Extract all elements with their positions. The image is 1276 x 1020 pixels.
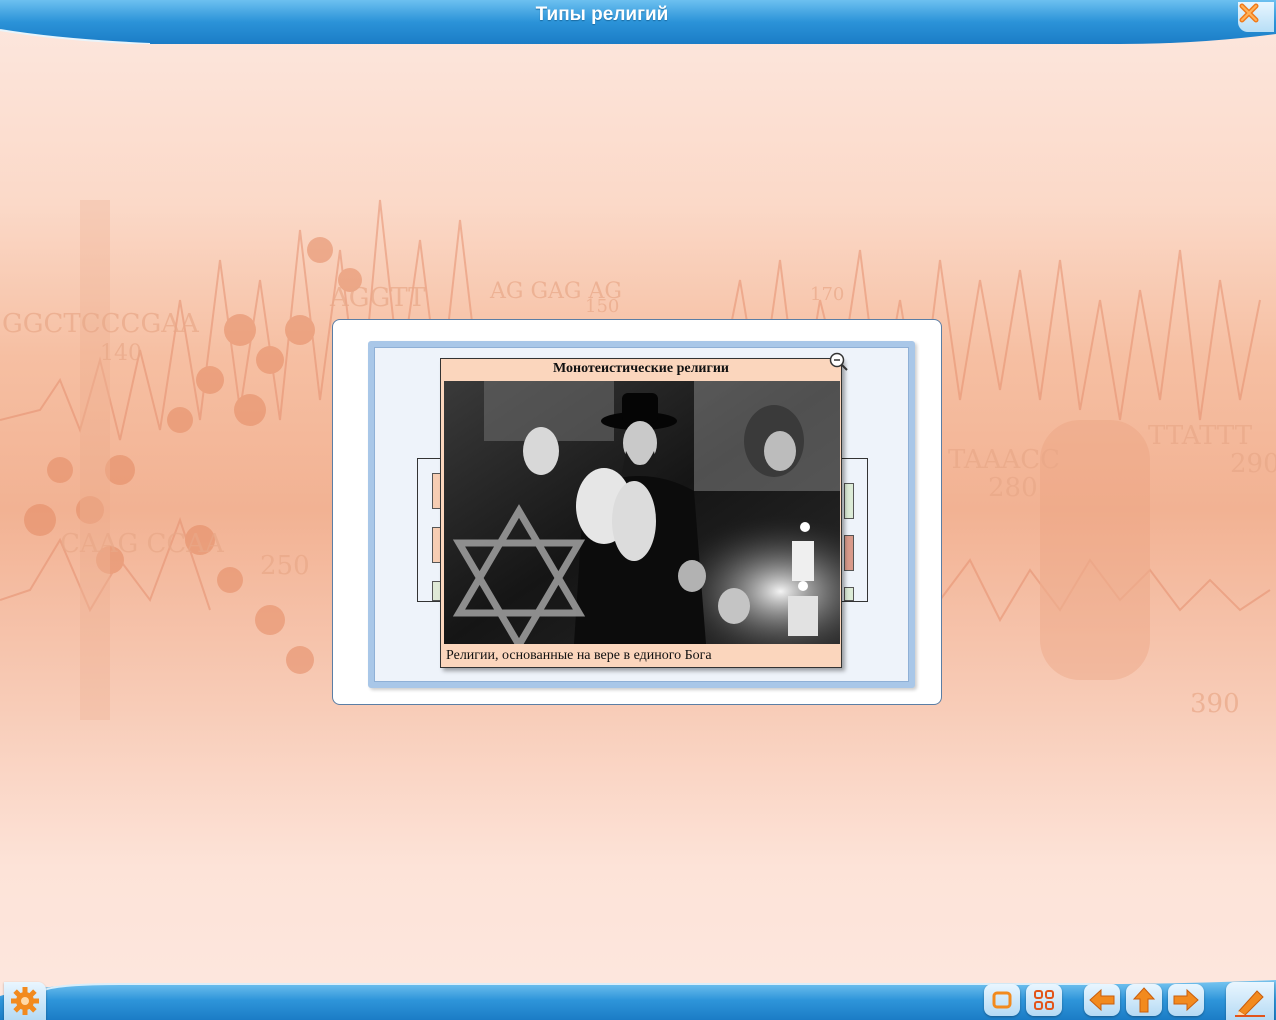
arrow-right-icon xyxy=(1173,988,1199,1012)
svg-text:150: 150 xyxy=(585,296,619,317)
pencil-icon xyxy=(1235,990,1265,1017)
svg-text:AGGTT: AGGTT xyxy=(329,283,426,313)
svg-text:TTATTT: TTATTT xyxy=(1148,421,1253,451)
popup-caption: Религии, основанные на вере в единого Бо… xyxy=(446,648,712,663)
up-button[interactable] xyxy=(1126,984,1162,1016)
window-button[interactable] xyxy=(984,984,1020,1016)
svg-text:250: 250 xyxy=(260,551,310,581)
forward-button[interactable] xyxy=(1168,984,1204,1016)
diagram-node-5[interactable] xyxy=(844,535,854,571)
svg-text:290: 290 xyxy=(1230,449,1276,479)
popup-title: Монотеистические религии xyxy=(553,361,729,376)
popup-photo xyxy=(444,381,840,644)
info-popup: Монотеистические религии Религии, основа… xyxy=(440,358,842,668)
diagram-node-4[interactable] xyxy=(844,483,854,519)
settings-button[interactable] xyxy=(4,982,46,1020)
grid-button[interactable] xyxy=(1026,984,1062,1016)
close-icon xyxy=(1239,3,1259,23)
title-bar: Типы религий xyxy=(0,0,1276,44)
svg-text:390: 390 xyxy=(1190,689,1240,719)
photo-image xyxy=(444,381,840,644)
window-title: Типы религий xyxy=(535,4,669,25)
pencil-button[interactable] xyxy=(1226,982,1274,1020)
gear-icon xyxy=(11,987,39,1015)
bg-seq-1: GGCTCCCGAA xyxy=(2,309,200,339)
diagram-node-6[interactable] xyxy=(844,587,854,601)
back-button[interactable] xyxy=(1084,984,1120,1016)
svg-text:CAAG CCAA: CAAG CCAA xyxy=(60,529,225,559)
svg-text:140: 140 xyxy=(100,341,142,366)
window-icon xyxy=(992,991,1012,1009)
arrow-up-icon xyxy=(1132,987,1156,1013)
grid-icon xyxy=(1034,990,1054,1010)
zoom-out-button[interactable] xyxy=(829,352,849,372)
svg-text:280: 280 xyxy=(988,473,1038,503)
zoom-out-icon xyxy=(829,352,848,371)
bottom-toolbar xyxy=(0,980,1276,1020)
svg-text:TAAACC: TAAACC xyxy=(948,445,1060,475)
svg-text:170: 170 xyxy=(810,284,844,305)
arrow-left-icon xyxy=(1089,988,1115,1012)
close-button[interactable] xyxy=(1238,2,1274,32)
